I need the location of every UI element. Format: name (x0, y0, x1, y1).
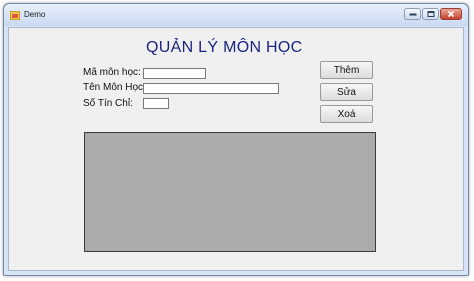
maximize-icon (427, 11, 434, 17)
form-client-area: QUẢN LÝ MÔN HỌC Mã môn học: Tên Môn Học:… (8, 27, 464, 271)
so-tin-chi-label: Số Tín Chỉ: (83, 98, 133, 109)
app-icon (10, 11, 20, 20)
minimize-button[interactable] (404, 8, 421, 20)
app-window: Demo QUẢN LÝ MÔN HỌC Mã môn học: Tên Môn… (3, 3, 469, 276)
ma-mon-hoc-input[interactable] (143, 68, 206, 79)
data-grid[interactable] (84, 132, 376, 252)
add-button[interactable]: Thêm (320, 61, 373, 79)
title-bar[interactable]: Demo (4, 4, 468, 26)
close-icon (447, 10, 455, 18)
ma-mon-hoc-label: Mã môn học: (83, 67, 141, 78)
window-title: Demo (24, 10, 46, 19)
window-controls (404, 8, 462, 21)
minimize-icon (409, 13, 416, 16)
ten-mon-hoc-label: Tên Môn Học: (83, 82, 146, 93)
so-tin-chi-input[interactable] (143, 98, 169, 109)
close-button[interactable] (440, 8, 462, 20)
maximize-button[interactable] (422, 8, 439, 20)
page-title: QUẢN LÝ MÔN HỌC (146, 39, 303, 56)
ten-mon-hoc-input[interactable] (143, 83, 279, 94)
delete-button[interactable]: Xoá (320, 105, 373, 123)
edit-button[interactable]: Sửa (320, 83, 373, 101)
